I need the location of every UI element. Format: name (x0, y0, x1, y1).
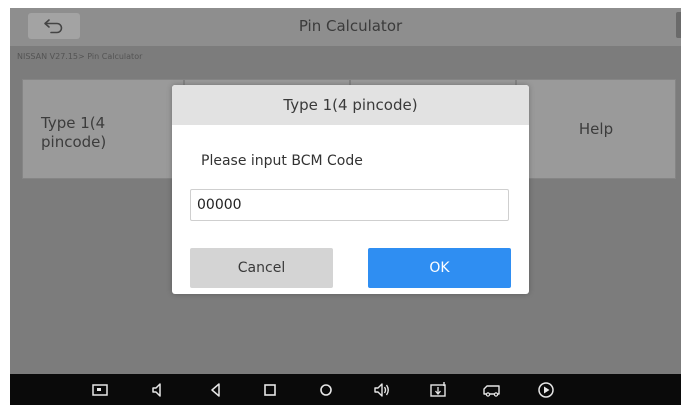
android-nav-bar (10, 374, 681, 405)
volume-up-icon[interactable] (372, 380, 392, 400)
type1-card[interactable]: Type 1(4 pincode) (22, 79, 184, 179)
recents-icon[interactable] (316, 380, 336, 400)
volume-down-icon[interactable] (148, 380, 168, 400)
type1-card-label: Type 1(4 pincode) (41, 114, 107, 151)
back-icon[interactable] (206, 380, 226, 400)
top-bar: Pin Calculator (10, 8, 681, 46)
vehicle-icon[interactable] (482, 380, 502, 400)
screenshot-icon[interactable] (90, 380, 110, 400)
ok-button[interactable]: OK (368, 248, 511, 288)
dialog-prompt: Please input BCM Code (201, 153, 363, 169)
help-card-label: Help (578, 120, 614, 138)
status-badge (676, 12, 681, 38)
help-card[interactable]: Help (516, 79, 676, 179)
play-icon[interactable] (536, 380, 556, 400)
home-icon[interactable] (260, 380, 280, 400)
pincode-dialog: Type 1(4 pincode) Please input BCM Code … (172, 85, 529, 294)
dialog-title: Type 1(4 pincode) (172, 85, 529, 125)
page-title: Pin Calculator (298, 17, 403, 35)
bcm-code-input[interactable] (190, 189, 509, 221)
breadcrumb: NISSAN V27.15> Pin Calculator (17, 52, 143, 61)
cancel-button[interactable]: Cancel (190, 248, 333, 288)
vci-icon[interactable] (428, 380, 448, 400)
